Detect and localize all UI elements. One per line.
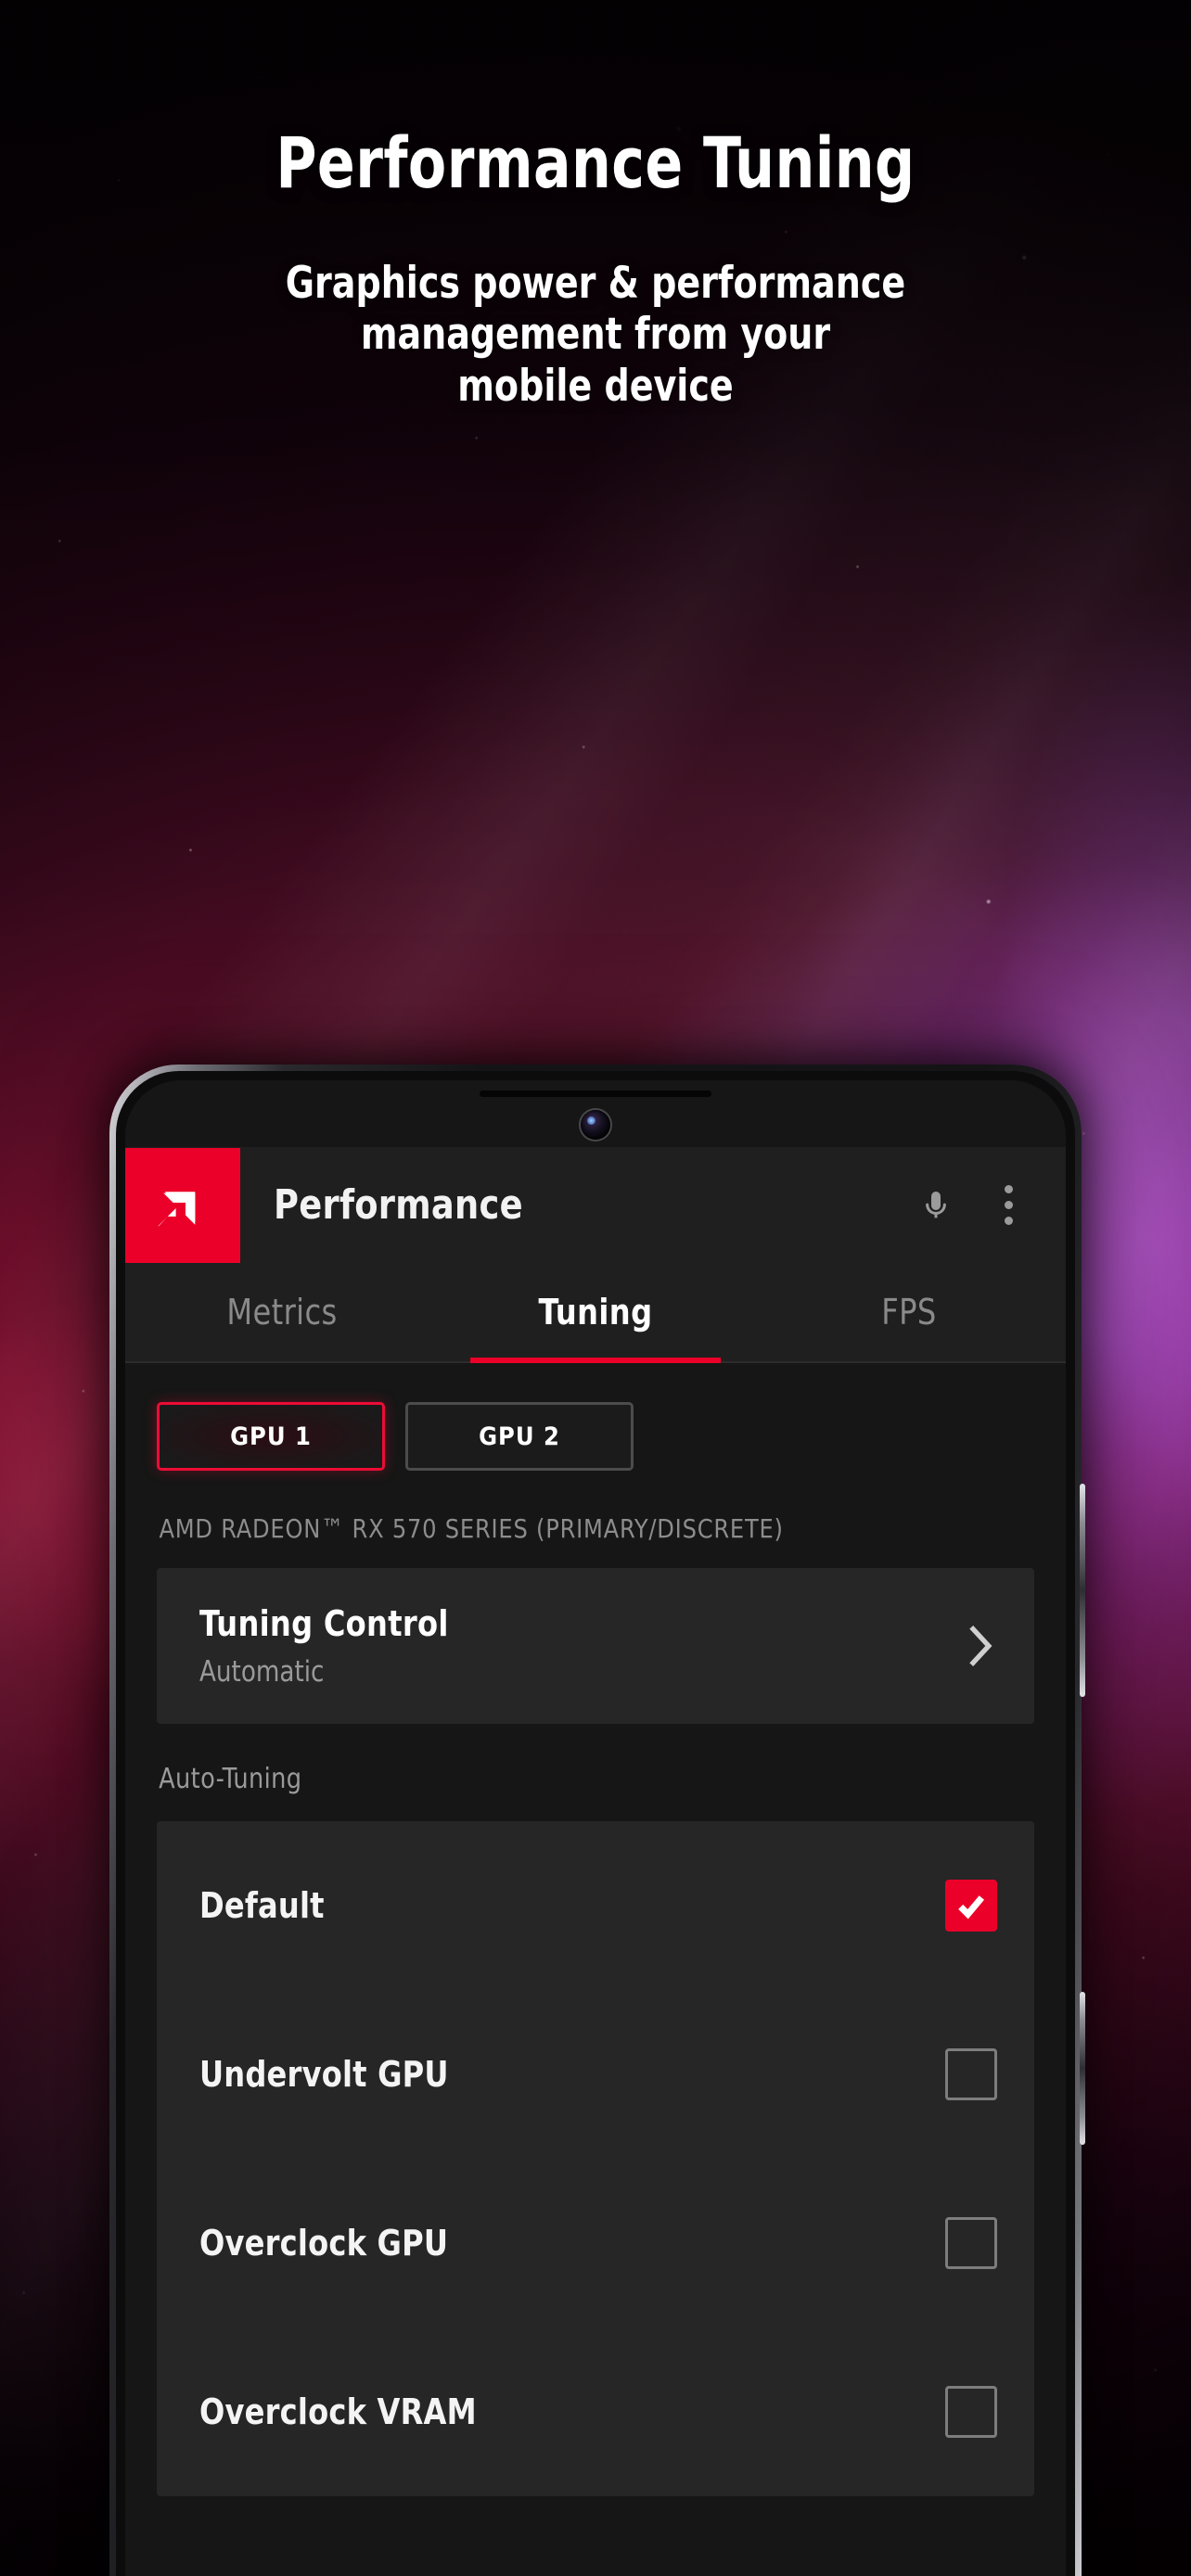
gpu-2-button[interactable]: GPU 2: [405, 1402, 634, 1471]
gpu-2-label: GPU 2: [479, 1422, 560, 1451]
overflow-dot: [1004, 1201, 1013, 1209]
volume-button[interactable]: [1080, 1484, 1085, 1697]
option-label: Undervolt GPU: [199, 2054, 449, 2095]
checkbox-default[interactable]: [945, 1880, 997, 1932]
auto-tuning-option-overclock-vram[interactable]: Overclock VRAM: [157, 2327, 1034, 2496]
gpu-1-label: GPU 1: [230, 1422, 312, 1451]
checkbox-undervolt-gpu[interactable]: [945, 2048, 997, 2100]
hero-text-block: Performance Tuning Graphics power & perf…: [0, 128, 1191, 412]
phone-screen: Performance Metrics Tuning FPS GPU 1 GPU…: [125, 1080, 1066, 2576]
app-title: Performance: [274, 1181, 523, 1229]
tab-metrics[interactable]: Metrics: [134, 1263, 429, 1361]
checkbox-overclock-vram[interactable]: [945, 2386, 997, 2438]
hero-subtitle-line-2: management from your: [360, 309, 831, 361]
screenshot-stage: Performance Tuning Graphics power & perf…: [0, 0, 1191, 2576]
gpu-name-label: AMD RADEON™ RX 570 SERIES (PRIMARY/DISCR…: [159, 1513, 784, 1544]
microphone-icon[interactable]: [914, 1180, 958, 1231]
overflow-menu-icon[interactable]: [986, 1180, 1031, 1231]
power-button[interactable]: [1080, 1992, 1085, 2145]
chevron-right-icon: [960, 1620, 997, 1672]
option-label: Overclock VRAM: [199, 2391, 477, 2432]
auto-tuning-option-undervolt-gpu[interactable]: Undervolt GPU: [157, 1990, 1034, 2159]
tab-tuning-label: Tuning: [538, 1292, 653, 1333]
active-tab-indicator: [439, 1358, 752, 1363]
auto-tuning-section-label: Auto-Tuning: [159, 1763, 302, 1795]
auto-tuning-option-overclock-gpu[interactable]: Overclock GPU: [157, 2159, 1034, 2327]
tuning-control-title: Tuning Control: [199, 1603, 449, 1644]
amd-logo-icon[interactable]: [125, 1147, 240, 1263]
tuning-control-value: Automatic: [199, 1655, 325, 1689]
overflow-dot: [1004, 1185, 1013, 1193]
gpu-selector: GPU 1 GPU 2: [125, 1363, 1066, 1471]
tab-bar: Metrics Tuning FPS: [125, 1263, 1066, 1363]
overflow-dot: [1004, 1217, 1013, 1225]
option-label: Overclock GPU: [199, 2223, 449, 2264]
overflow-dots: [1004, 1185, 1013, 1225]
auto-tuning-list: Default Undervolt GPU Overclock GPU Over…: [157, 1821, 1034, 2496]
app-bar: Performance: [125, 1147, 1066, 1263]
hero-subtitle: Graphics power & performance management …: [59, 258, 1132, 412]
hero-title: Performance Tuning: [275, 121, 916, 204]
tab-fps[interactable]: FPS: [762, 1263, 1057, 1361]
tuning-control-texts: Tuning Control Automatic: [199, 1603, 465, 1689]
phone-mockup: Performance Metrics Tuning FPS GPU 1 GPU…: [109, 1065, 1085, 2576]
option-label: Default: [199, 1885, 325, 1926]
tab-metrics-label: Metrics: [226, 1292, 338, 1333]
hero-subtitle-line-1: Graphics power & performance: [285, 258, 906, 309]
auto-tuning-option-default[interactable]: Default: [157, 1821, 1034, 1990]
app-bar-actions: [914, 1180, 1066, 1231]
gpu-1-button[interactable]: GPU 1: [157, 1402, 385, 1471]
tuning-panel: GPU 1 GPU 2 AMD RADEON™ RX 570 SERIES (P…: [125, 1363, 1066, 2576]
tuning-control-row[interactable]: Tuning Control Automatic: [157, 1568, 1034, 1724]
hero-subtitle-line-3: mobile device: [457, 360, 734, 412]
tab-tuning[interactable]: Tuning: [448, 1263, 743, 1361]
amd-software-app: Performance Metrics Tuning FPS GPU 1 GPU…: [125, 1080, 1066, 2576]
earpiece-speaker: [480, 1090, 711, 1097]
tab-fps-label: FPS: [881, 1292, 937, 1333]
phone-bezel: Performance Metrics Tuning FPS GPU 1 GPU…: [116, 1071, 1075, 2576]
front-camera-icon: [581, 1110, 610, 1140]
checkbox-overclock-gpu[interactable]: [945, 2217, 997, 2269]
